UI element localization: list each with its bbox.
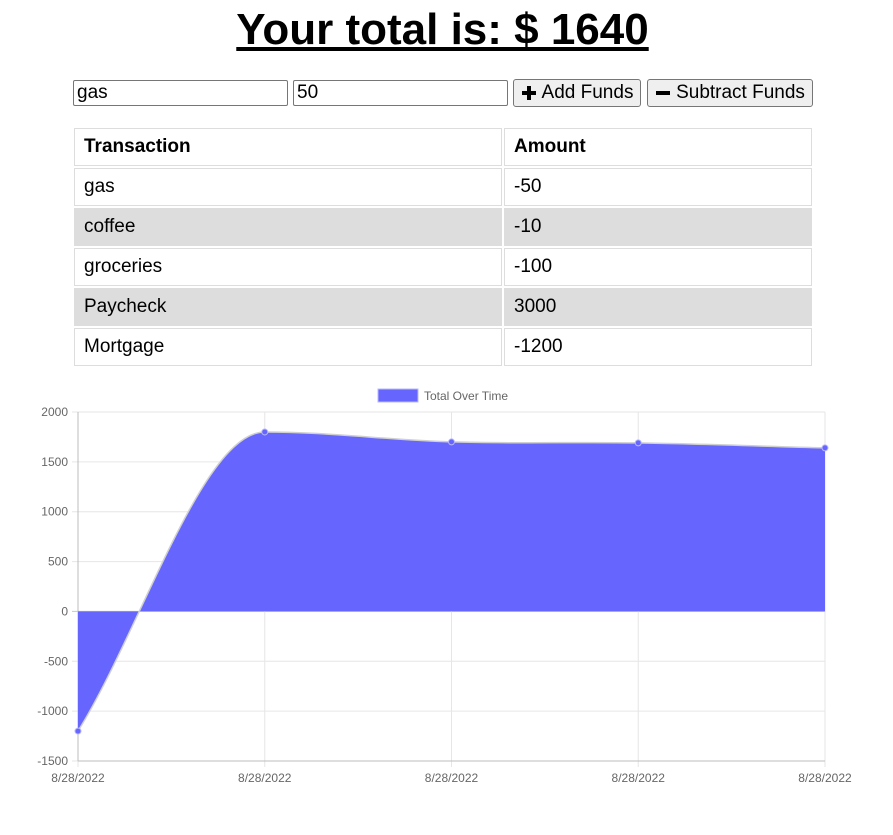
x-tick-label: 8/28/2022 bbox=[612, 771, 666, 785]
table-row: Mortgage -1200 bbox=[74, 328, 812, 366]
table-row: groceries -100 bbox=[74, 248, 812, 286]
data-point bbox=[634, 439, 642, 447]
y-tick-label: -500 bbox=[44, 654, 68, 668]
data-point bbox=[261, 428, 269, 436]
transaction-amount-cell: -1200 bbox=[504, 328, 812, 366]
data-point bbox=[821, 444, 829, 452]
transaction-name-cell: Mortgage bbox=[74, 328, 502, 366]
plus-icon bbox=[521, 85, 537, 101]
transaction-amount-cell: -10 bbox=[504, 208, 812, 246]
y-tick-label: 2000 bbox=[41, 405, 68, 419]
subtract-funds-label: Subtract Funds bbox=[676, 82, 805, 103]
table-row: Paycheck 3000 bbox=[74, 288, 812, 326]
data-point bbox=[74, 727, 82, 735]
legend-swatch bbox=[377, 388, 419, 403]
transaction-name-input[interactable] bbox=[73, 80, 288, 106]
add-funds-label: Add Funds bbox=[541, 82, 634, 103]
table-row: coffee -10 bbox=[74, 208, 812, 246]
transaction-name-cell: gas bbox=[74, 168, 502, 206]
x-tick-label: 8/28/2022 bbox=[51, 771, 105, 785]
minus-icon bbox=[655, 85, 671, 101]
y-tick-label: 500 bbox=[48, 555, 68, 569]
transaction-amount-cell: 3000 bbox=[504, 288, 812, 326]
x-tick-label: 8/28/2022 bbox=[798, 771, 852, 785]
y-tick-label: 1000 bbox=[41, 505, 68, 519]
column-header-amount: Amount bbox=[504, 128, 812, 166]
y-tick-label: -1000 bbox=[37, 704, 68, 718]
x-tick-label: 8/28/2022 bbox=[238, 771, 292, 785]
transaction-amount-cell: -100 bbox=[504, 248, 812, 286]
subtract-funds-button[interactable]: Subtract Funds bbox=[647, 79, 813, 107]
table-row: gas -50 bbox=[74, 168, 812, 206]
transaction-name-cell: Paycheck bbox=[74, 288, 502, 326]
data-point bbox=[448, 438, 455, 446]
legend-label: Total Over Time bbox=[424, 389, 508, 403]
transaction-amount-input[interactable] bbox=[293, 80, 508, 106]
transactions-table: Transaction Amount gas -50 coffee -10 gr… bbox=[72, 126, 814, 368]
y-tick-label: 0 bbox=[61, 604, 68, 618]
page-title: Your total is: $ 1640 bbox=[236, 5, 649, 54]
transaction-name-cell: coffee bbox=[74, 208, 502, 246]
total-over-time-chart: -1500 -1000 -500 0 500 1000 1500 2000 8/28/2022 8… bbox=[37, 388, 852, 785]
x-tick-label: 8/28/2022 bbox=[425, 771, 479, 785]
table-header-row: Transaction Amount bbox=[74, 128, 812, 166]
transaction-amount-cell: -50 bbox=[504, 168, 812, 206]
column-header-transaction: Transaction bbox=[74, 128, 502, 166]
y-tick-label: 1500 bbox=[41, 455, 68, 469]
add-funds-button[interactable]: Add Funds bbox=[513, 79, 641, 107]
y-tick-label: -1500 bbox=[37, 754, 68, 768]
transaction-name-cell: groceries bbox=[74, 248, 502, 286]
